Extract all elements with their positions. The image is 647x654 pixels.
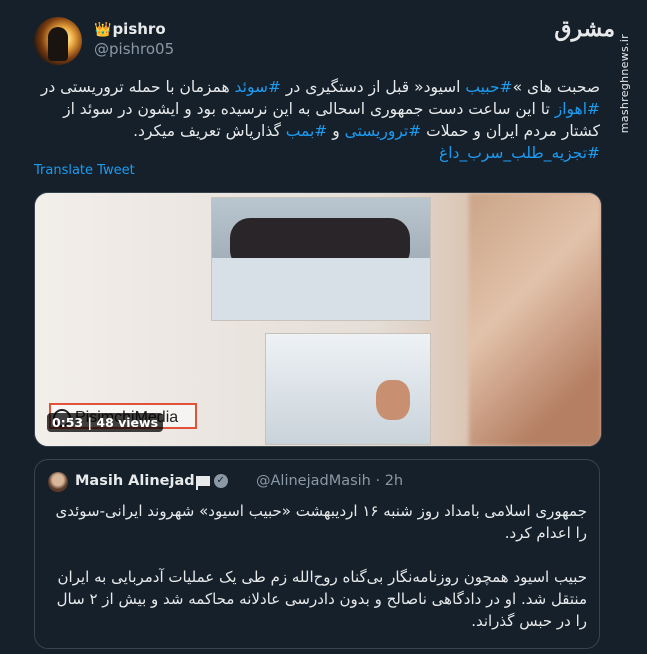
quoted-tweet-paragraph: حبیب اسیود همچون روزنامه‌نگار بی‌گناه رو…	[56, 568, 587, 630]
quoted-author-name[interactable]: Masih Alinejad ✓	[75, 473, 228, 490]
hashtag-link[interactable]: #حبیب	[465, 78, 512, 96]
video-duration: 0:53	[52, 415, 84, 430]
quoted-tweet-paragraph: جمهوری اسلامی بامداد روز شنبه ۱۶ اردیبهش…	[55, 502, 587, 542]
site-logo-mark: مشرق	[554, 16, 615, 42]
tweet-text-segment: گذاریاش تعریف میکرد.	[133, 122, 286, 140]
tweet-text-segment: همزمان با حمله تروریستی در	[40, 78, 235, 96]
video-player[interactable]: PisimchiMedia 0:53 | 48 views	[34, 192, 602, 447]
avatar-silhouette	[48, 27, 68, 61]
author-display-name[interactable]: 👑pishro	[94, 20, 166, 38]
tweet-text: صحبت های »#حبیب اسیود« قبل از دستگیری در…	[34, 76, 600, 164]
video-sheet	[212, 258, 430, 320]
flag-icon	[195, 476, 210, 490]
author-handle[interactable]: @pishro05	[94, 40, 174, 58]
author-avatar[interactable]	[34, 17, 82, 65]
verified-icon: ✓	[213, 474, 228, 488]
quoted-tweet[interactable]: Masih Alinejad ✓ @AlinejadMasih · 2h جمهو…	[34, 459, 600, 649]
hashtag-link[interactable]: #سوئد	[235, 78, 281, 96]
quoted-tweet-time: 2h	[384, 473, 404, 489]
hashtag-link[interactable]: #تروریستی	[345, 122, 422, 140]
hashtag-link[interactable]: #تجزیه_طلب_سرب_داغ	[439, 144, 600, 162]
tweet-text-segment: و	[327, 122, 345, 140]
tweet-text-segment: صحبت های »	[512, 78, 600, 96]
quoted-tweet-text: جمهوری اسلامی بامداد روز شنبه ۱۶ اردیبهش…	[49, 500, 587, 654]
quoted-author-name-text: Masih Alinejad	[75, 473, 195, 489]
hashtag-link[interactable]: #بمب	[286, 122, 327, 140]
site-logo-url: mashreghnews.ir	[618, 34, 631, 134]
translate-tweet-link[interactable]: Translate Tweet	[34, 163, 135, 178]
crown-icon: 👑	[94, 22, 112, 38]
hashtag-link[interactable]: #اهواز	[555, 100, 600, 118]
tweet-text-segment: اسیود« قبل از دستگیری در	[280, 78, 466, 96]
author-name-text: pishro	[112, 20, 166, 38]
quoted-author-handle: @AlinejadMasih	[256, 473, 371, 489]
quoted-author-avatar[interactable]	[48, 472, 68, 492]
video-face	[376, 380, 410, 420]
video-image-panel-bottom	[265, 333, 431, 445]
video-image-panel-top	[211, 197, 431, 321]
video-blurred-region	[469, 193, 601, 446]
video-views: 48 views	[96, 415, 159, 430]
video-duration-badge: 0:53 | 48 views	[47, 413, 164, 432]
quoted-author-handle-time[interactable]: @AlinejadMasih · 2h	[256, 473, 403, 489]
